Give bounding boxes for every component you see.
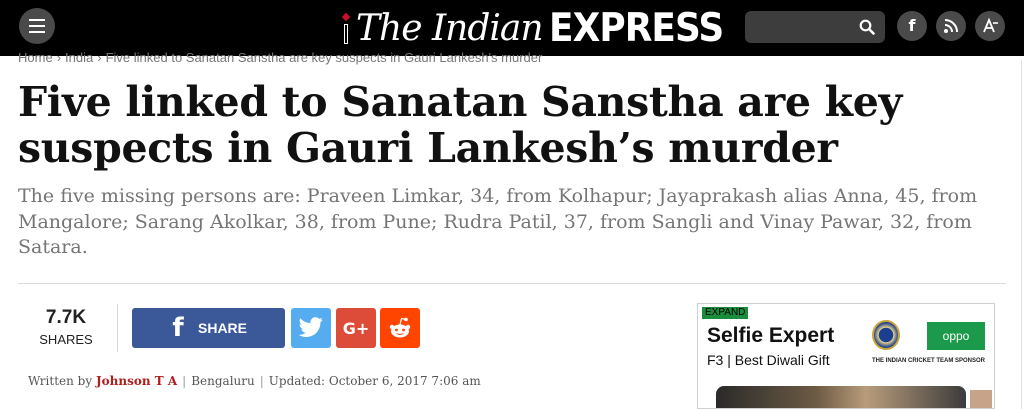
byline-author-link[interactable]: Johnson T A [96,374,177,388]
byline-location: Bengaluru [191,374,255,388]
facebook-icon[interactable]: f [897,11,927,41]
article-headline: Five linked to Sanatan Sanstha are key s… [18,78,903,172]
menu-line [29,25,45,27]
menu-line [29,31,45,33]
hamburger-menu-button[interactable] [19,8,55,44]
ad-sponsor-text: THE INDIAN CRICKET TEAM SPONSOR [872,358,986,364]
breadcrumb-india-link[interactable]: India [65,50,93,65]
breadcrumb-home-link[interactable]: Home [18,50,53,65]
article-byline: Written by Johnson T A | Bengaluru | Updated… [28,374,481,388]
google-plus-icon: G+ [342,318,370,338]
twitter-icon [298,317,323,337]
share-count-number: 7.7K [45,307,87,328]
logo-pen-icon [340,10,352,46]
share-separator [117,304,118,352]
reddit-icon [389,317,411,338]
logo-text-express: EXPRESS [548,5,724,51]
facebook-share-label: SHARE [198,320,248,336]
search-input[interactable] [745,11,885,43]
twitter-share-button[interactable] [291,308,331,348]
advertisement[interactable]: EXPAND Selfie Expert F3 | Best Diwali Gi… [697,303,995,409]
facebook-share-button[interactable]: f SHARE [132,308,285,348]
bcci-emblem-icon [872,320,900,350]
breadcrumb-separator: › [97,50,102,65]
ad-subtitle: F3 | Best Diwali Gift [707,352,830,368]
oppo-logo: oppo [927,322,985,350]
breadcrumb: Home › India › Five linked to Sanatan Sansth… [18,50,542,65]
breadcrumb-separator: › [56,50,62,65]
byline-updated: Updated: October 6, 2017 7:06 am [268,374,481,388]
page-edge-divider [1021,60,1022,409]
section-divider [18,283,1006,284]
site-logo[interactable]: The Indian EXPRESS [340,5,738,51]
share-count-label: SHARES [39,332,93,347]
facebook-icon: f [172,313,184,343]
article-synopsis: The five missing persons are: Praveen Li… [18,185,978,258]
reddit-share-button[interactable] [380,308,420,348]
top-navigation-bar: The Indian EXPRESS f [0,0,1024,56]
breadcrumb-current: Five linked to Sanatan Sanstha are key s… [105,50,543,65]
search-icon[interactable] [859,19,875,35]
ad-title: Selfie Expert [707,324,835,347]
rss-icon[interactable] [936,11,966,41]
ad-expand-button[interactable]: EXPAND [702,307,749,319]
font-size-icon[interactable] [975,11,1005,41]
ad-product-image-edge [970,390,992,408]
byline-separator: | [259,374,264,388]
byline-separator: | [182,374,187,388]
menu-line [29,19,45,21]
logo-text-the-indian: The Indian [356,7,544,49]
google-plus-share-button[interactable]: G+ [336,308,376,348]
share-count: 7.7K SHARES [28,307,104,348]
byline-prefix: Written by [28,374,93,388]
ad-product-image [716,386,966,408]
